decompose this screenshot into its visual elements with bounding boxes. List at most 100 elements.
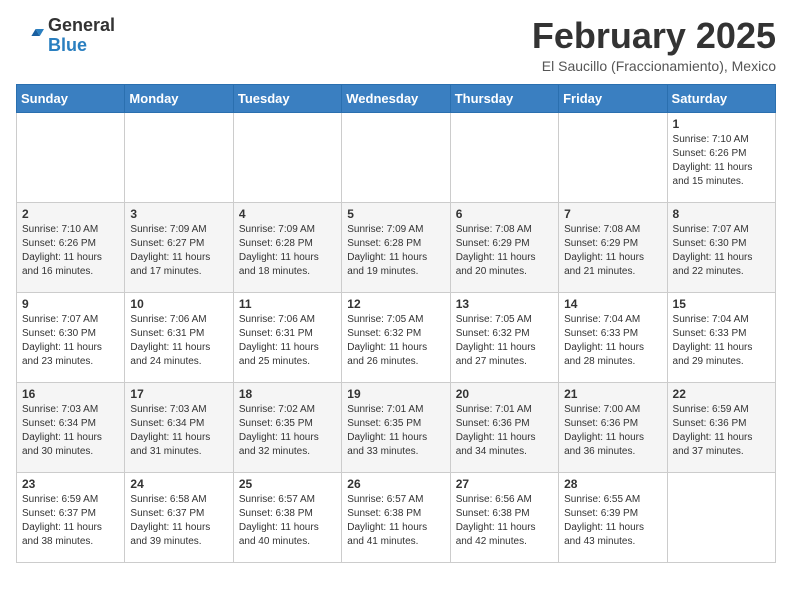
day-info: Sunrise: 6:56 AM Sunset: 6:38 PM Dayligh… xyxy=(456,493,553,549)
calendar-cell: 14 Sunrise: 7:04 AM Sunset: 6:33 PM Dayli… xyxy=(559,292,667,382)
day-number: 19 xyxy=(347,387,444,401)
day-number: 22 xyxy=(673,387,770,401)
day-number: 4 xyxy=(239,207,336,221)
day-info: Sunrise: 7:09 AM Sunset: 6:28 PM Dayligh… xyxy=(239,223,336,279)
week-row-0: 1 Sunrise: 7:10 AM Sunset: 6:26 PM Daylig… xyxy=(17,112,776,202)
location-text: El Saucillo (Fraccionamiento), Mexico xyxy=(532,58,776,74)
day-number: 5 xyxy=(347,207,444,221)
calendar-cell xyxy=(125,112,233,202)
month-title: February 2025 xyxy=(532,16,776,56)
day-info: Sunrise: 7:09 AM Sunset: 6:28 PM Dayligh… xyxy=(347,223,444,279)
day-info: Sunrise: 7:01 AM Sunset: 6:36 PM Dayligh… xyxy=(456,403,553,459)
day-info: Sunrise: 6:57 AM Sunset: 6:38 PM Dayligh… xyxy=(347,493,444,549)
day-number: 14 xyxy=(564,297,661,311)
day-info: Sunrise: 7:02 AM Sunset: 6:35 PM Dayligh… xyxy=(239,403,336,459)
calendar-cell xyxy=(342,112,450,202)
calendar-cell: 28Sunrise: 6:55 AM Sunset: 6:39 PM Dayli… xyxy=(559,472,667,562)
day-number: 17 xyxy=(130,387,227,401)
day-number: 28 xyxy=(564,477,661,491)
calendar-cell xyxy=(233,112,341,202)
week-row-3: 16 Sunrise: 7:03 AM Sunset: 6:34 PM Dayli… xyxy=(17,382,776,472)
day-number: 26 xyxy=(347,477,444,491)
calendar-cell: 4 Sunrise: 7:09 AM Sunset: 6:28 PM Daylig… xyxy=(233,202,341,292)
calendar-cell: 22 Sunrise: 6:59 AM Sunset: 6:36 PM Dayli… xyxy=(667,382,775,472)
day-number: 18 xyxy=(239,387,336,401)
day-info: Sunrise: 7:07 AM Sunset: 6:30 PM Dayligh… xyxy=(22,313,119,369)
calendar-cell: 10Sunrise: 7:06 AM Sunset: 6:31 PM Dayli… xyxy=(125,292,233,382)
logo: General Blue xyxy=(16,16,115,56)
day-info: Sunrise: 7:10 AM Sunset: 6:26 PM Dayligh… xyxy=(673,133,770,189)
calendar-cell: 20Sunrise: 7:01 AM Sunset: 6:36 PM Dayli… xyxy=(450,382,558,472)
calendar-cell: 26 Sunrise: 6:57 AM Sunset: 6:38 PM Dayli… xyxy=(342,472,450,562)
day-number: 13 xyxy=(456,297,553,311)
calendar-cell: 18 Sunrise: 7:02 AM Sunset: 6:35 PM Dayli… xyxy=(233,382,341,472)
day-number: 15 xyxy=(673,297,770,311)
day-info: Sunrise: 7:08 AM Sunset: 6:29 PM Dayligh… xyxy=(456,223,553,279)
calendar-table: SundayMondayTuesdayWednesdayThursdayFrid… xyxy=(16,84,776,563)
day-info: Sunrise: 7:03 AM Sunset: 6:34 PM Dayligh… xyxy=(22,403,119,459)
logo-general-text: General xyxy=(48,16,115,36)
day-number: 21 xyxy=(564,387,661,401)
day-info: Sunrise: 7:03 AM Sunset: 6:34 PM Dayligh… xyxy=(130,403,227,459)
logo-blue-text: Blue xyxy=(48,36,115,56)
calendar-cell: 2 Sunrise: 7:10 AM Sunset: 6:26 PM Daylig… xyxy=(17,202,125,292)
calendar-cell: 7 Sunrise: 7:08 AM Sunset: 6:29 PM Daylig… xyxy=(559,202,667,292)
calendar-cell: 5 Sunrise: 7:09 AM Sunset: 6:28 PM Daylig… xyxy=(342,202,450,292)
day-number: 27 xyxy=(456,477,553,491)
day-info: Sunrise: 7:00 AM Sunset: 6:36 PM Dayligh… xyxy=(564,403,661,459)
calendar-cell: 16 Sunrise: 7:03 AM Sunset: 6:34 PM Dayli… xyxy=(17,382,125,472)
day-info: Sunrise: 6:59 AM Sunset: 6:37 PM Dayligh… xyxy=(22,493,119,549)
week-row-4: 23 Sunrise: 6:59 AM Sunset: 6:37 PM Dayli… xyxy=(17,472,776,562)
title-block: February 2025 El Saucillo (Fraccionamien… xyxy=(532,16,776,74)
weekday-header-row: SundayMondayTuesdayWednesdayThursdayFrid… xyxy=(17,84,776,112)
calendar-cell: 23 Sunrise: 6:59 AM Sunset: 6:37 PM Dayli… xyxy=(17,472,125,562)
page-header: General Blue February 2025 El Saucillo (… xyxy=(16,16,776,74)
day-info: Sunrise: 7:07 AM Sunset: 6:30 PM Dayligh… xyxy=(673,223,770,279)
calendar-cell xyxy=(17,112,125,202)
day-number: 9 xyxy=(22,297,119,311)
week-row-1: 2 Sunrise: 7:10 AM Sunset: 6:26 PM Daylig… xyxy=(17,202,776,292)
day-number: 25 xyxy=(239,477,336,491)
calendar-cell: 8 Sunrise: 7:07 AM Sunset: 6:30 PM Daylig… xyxy=(667,202,775,292)
calendar-cell xyxy=(450,112,558,202)
calendar-cell xyxy=(667,472,775,562)
weekday-header-saturday: Saturday xyxy=(667,84,775,112)
day-info: Sunrise: 7:06 AM Sunset: 6:31 PM Dayligh… xyxy=(239,313,336,369)
weekday-header-friday: Friday xyxy=(559,84,667,112)
day-info: Sunrise: 7:05 AM Sunset: 6:32 PM Dayligh… xyxy=(347,313,444,369)
calendar-cell: 27 Sunrise: 6:56 AM Sunset: 6:38 PM Dayli… xyxy=(450,472,558,562)
day-info: Sunrise: 7:06 AM Sunset: 6:31 PM Dayligh… xyxy=(130,313,227,369)
day-number: 1 xyxy=(673,117,770,131)
day-info: Sunrise: 7:04 AM Sunset: 6:33 PM Dayligh… xyxy=(673,313,770,369)
day-info: Sunrise: 6:59 AM Sunset: 6:36 PM Dayligh… xyxy=(673,403,770,459)
calendar-cell: 9 Sunrise: 7:07 AM Sunset: 6:30 PM Daylig… xyxy=(17,292,125,382)
calendar-cell: 19 Sunrise: 7:01 AM Sunset: 6:35 PM Dayli… xyxy=(342,382,450,472)
calendar-cell: 24 Sunrise: 6:58 AM Sunset: 6:37 PM Dayli… xyxy=(125,472,233,562)
day-number: 2 xyxy=(22,207,119,221)
day-number: 16 xyxy=(22,387,119,401)
weekday-header-thursday: Thursday xyxy=(450,84,558,112)
day-info: Sunrise: 7:05 AM Sunset: 6:32 PM Dayligh… xyxy=(456,313,553,369)
calendar-cell: 15 Sunrise: 7:04 AM Sunset: 6:33 PM Dayli… xyxy=(667,292,775,382)
calendar-cell: 3Sunrise: 7:09 AM Sunset: 6:27 PM Daylig… xyxy=(125,202,233,292)
day-number: 12 xyxy=(347,297,444,311)
day-number: 11 xyxy=(239,297,336,311)
day-number: 7 xyxy=(564,207,661,221)
day-info: Sunrise: 6:58 AM Sunset: 6:37 PM Dayligh… xyxy=(130,493,227,549)
weekday-header-sunday: Sunday xyxy=(17,84,125,112)
day-number: 24 xyxy=(130,477,227,491)
weekday-header-wednesday: Wednesday xyxy=(342,84,450,112)
day-info: Sunrise: 6:57 AM Sunset: 6:38 PM Dayligh… xyxy=(239,493,336,549)
logo-icon xyxy=(16,22,44,50)
day-info: Sunrise: 7:01 AM Sunset: 6:35 PM Dayligh… xyxy=(347,403,444,459)
calendar-cell: 21 Sunrise: 7:00 AM Sunset: 6:36 PM Dayli… xyxy=(559,382,667,472)
calendar-cell: 6Sunrise: 7:08 AM Sunset: 6:29 PM Daylig… xyxy=(450,202,558,292)
day-info: Sunrise: 7:10 AM Sunset: 6:26 PM Dayligh… xyxy=(22,223,119,279)
calendar-cell xyxy=(559,112,667,202)
day-number: 23 xyxy=(22,477,119,491)
calendar-cell: 13 Sunrise: 7:05 AM Sunset: 6:32 PM Dayli… xyxy=(450,292,558,382)
day-info: Sunrise: 7:08 AM Sunset: 6:29 PM Dayligh… xyxy=(564,223,661,279)
day-info: Sunrise: 7:04 AM Sunset: 6:33 PM Dayligh… xyxy=(564,313,661,369)
day-info: Sunrise: 7:09 AM Sunset: 6:27 PM Dayligh… xyxy=(130,223,227,279)
day-number: 8 xyxy=(673,207,770,221)
